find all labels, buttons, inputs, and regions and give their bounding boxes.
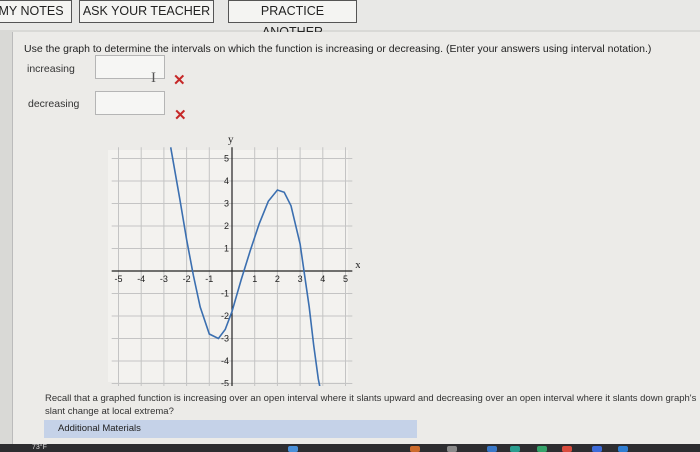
y-tick-label: -1 xyxy=(221,289,229,299)
question-text: Use the graph to determine the intervals… xyxy=(24,43,652,55)
y-tick-label: -4 xyxy=(221,356,229,366)
x-tick-label: -2 xyxy=(183,274,191,284)
taskbar-app-icon[interactable] xyxy=(510,446,520,452)
taskbar-app-icon[interactable] xyxy=(562,446,572,452)
x-tick-label: -4 xyxy=(137,274,145,284)
x-tick-label: -1 xyxy=(205,274,213,284)
taskbar-app-icon[interactable] xyxy=(447,446,457,452)
x-tick-label: 4 xyxy=(320,274,325,284)
taskbar-app-icon[interactable] xyxy=(618,446,628,452)
y-tick-label: 4 xyxy=(224,176,229,186)
y-tick-label: 3 xyxy=(224,199,229,209)
x-tick-label: 2 xyxy=(275,274,280,284)
taskbar-app-icon[interactable] xyxy=(537,446,547,452)
y-tick-label: -3 xyxy=(221,334,229,344)
x-axis-label: x xyxy=(355,259,360,271)
increasing-label: increasing xyxy=(27,63,75,75)
ask-teacher-button[interactable]: ASK YOUR TEACHER xyxy=(79,0,214,23)
text-cursor-icon: I xyxy=(151,70,156,86)
y-tick-label: -5 xyxy=(221,379,229,387)
weather-readout: 73°F xyxy=(32,444,47,451)
my-notes-button[interactable]: MY NOTES xyxy=(0,0,72,23)
decreasing-input[interactable] xyxy=(95,91,165,115)
practice-another-button[interactable]: PRACTICE ANOTHER xyxy=(228,0,357,39)
decreasing-label: decreasing xyxy=(28,98,80,110)
top-toolbar: MY NOTES ASK YOUR TEACHER PRACTICE ANOTH… xyxy=(0,0,700,39)
taskbar-app-icon[interactable] xyxy=(410,446,420,452)
taskbar-app-icon[interactable] xyxy=(288,446,298,452)
taskbar-app-icon[interactable] xyxy=(592,446,602,452)
x-tick-label: 5 xyxy=(343,274,348,284)
y-tick-label: 2 xyxy=(224,221,229,231)
incorrect-x-icon: ✕ xyxy=(174,107,187,124)
additional-materials-bar[interactable]: Additional Materials xyxy=(44,420,417,438)
taskbar-app-icon[interactable] xyxy=(487,446,497,452)
y-axis-label: y xyxy=(228,136,234,145)
function-graph: -5 -4 -3 -2 -1 1 2 3 4 5 5 4 3 2 1 -1 -2 -3 -4 -5 y x xyxy=(108,136,360,387)
hint-text: Recall that a graphed function is increa… xyxy=(45,393,697,417)
x-tick-label: -3 xyxy=(160,274,168,284)
y-tick-label: 1 xyxy=(224,244,229,254)
y-tick-label: 5 xyxy=(224,154,229,164)
incorrect-x-icon: ✕ xyxy=(173,72,186,89)
x-tick-label: 3 xyxy=(298,274,303,284)
x-tick-label: -5 xyxy=(114,274,122,284)
x-tick-label: 1 xyxy=(252,274,257,284)
y-tick-label: -2 xyxy=(221,311,229,321)
